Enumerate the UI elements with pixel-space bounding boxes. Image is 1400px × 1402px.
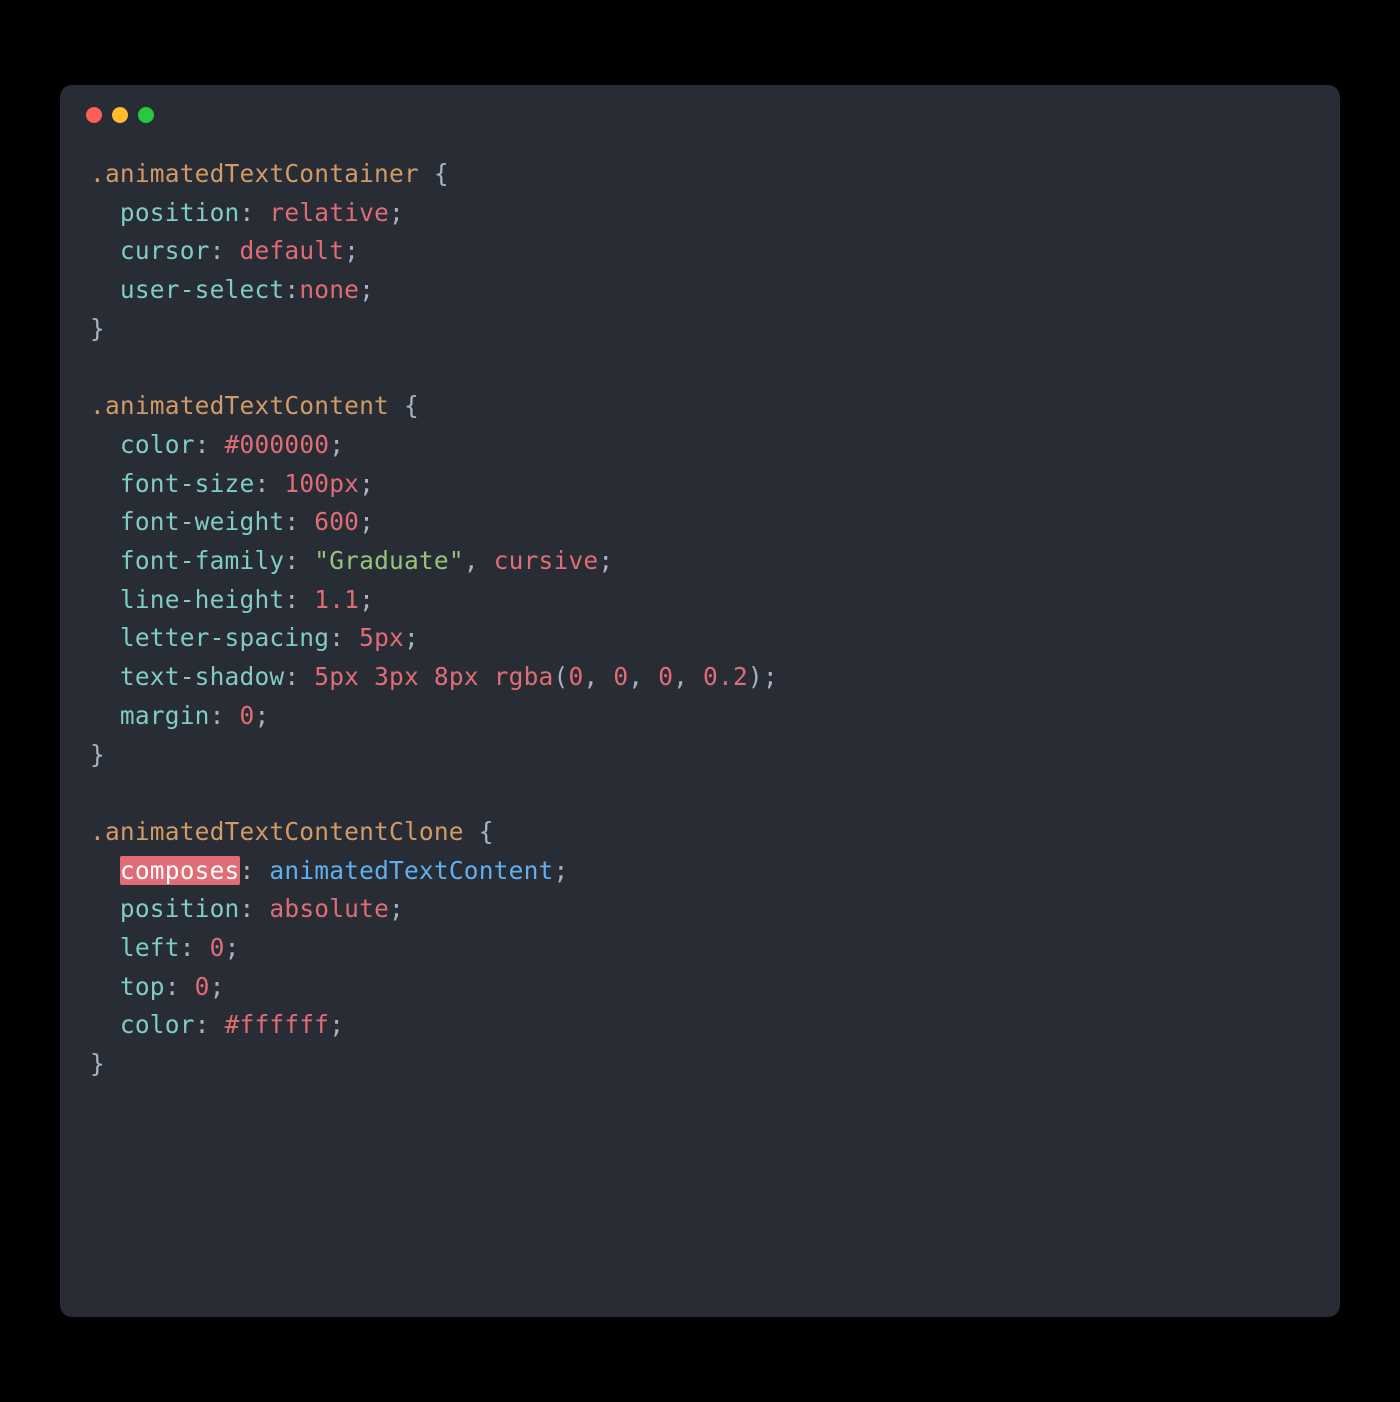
code-token bbox=[479, 662, 494, 691]
code-token: { bbox=[389, 391, 419, 420]
code-token bbox=[419, 662, 434, 691]
code-token: relative bbox=[269, 198, 389, 227]
code-token: : bbox=[240, 856, 255, 885]
code-token: ; bbox=[404, 623, 419, 652]
code-token: 600 bbox=[314, 507, 359, 536]
code-token: : bbox=[329, 623, 344, 652]
code-token: top bbox=[120, 972, 165, 1001]
code-token: ; bbox=[763, 662, 778, 691]
code-token: ; bbox=[359, 275, 374, 304]
code-token: ; bbox=[359, 469, 374, 498]
code-token: 100px bbox=[284, 469, 359, 498]
code-token: ; bbox=[225, 933, 240, 962]
code-token: #000000 bbox=[225, 430, 330, 459]
code-token: ; bbox=[598, 546, 613, 575]
code-token: margin bbox=[120, 701, 210, 730]
code-token: ; bbox=[389, 198, 404, 227]
code-token: "Graduate" bbox=[314, 546, 464, 575]
code-token: color bbox=[120, 430, 195, 459]
code-token: 0 bbox=[568, 662, 583, 691]
code-token: ; bbox=[329, 430, 344, 459]
code-token: font-size bbox=[120, 469, 255, 498]
code-token: 0 bbox=[210, 933, 225, 962]
code-token: { bbox=[419, 159, 449, 188]
code-token: 0 bbox=[240, 701, 255, 730]
code-token bbox=[359, 662, 374, 691]
code-token: ; bbox=[359, 507, 374, 536]
code-token: : bbox=[195, 1010, 210, 1039]
code-token: , bbox=[628, 662, 658, 691]
code-token: , bbox=[583, 662, 613, 691]
code-token: ; bbox=[210, 972, 225, 1001]
code-token: 3px bbox=[374, 662, 419, 691]
code-token: , bbox=[673, 662, 703, 691]
code-token: none bbox=[299, 275, 359, 304]
code-token: } bbox=[90, 314, 105, 343]
code-token: font-weight bbox=[120, 507, 284, 536]
code-token: ) bbox=[748, 662, 763, 691]
code-token: : bbox=[284, 546, 299, 575]
code-token: : bbox=[284, 662, 299, 691]
code-token: position bbox=[120, 894, 240, 923]
code-token: : bbox=[284, 275, 299, 304]
code-token: rgba bbox=[494, 662, 554, 691]
code-token: ; bbox=[254, 701, 269, 730]
code-token: ; bbox=[329, 1010, 344, 1039]
code-token: .animatedTextContent bbox=[90, 391, 389, 420]
code-token: ; bbox=[389, 894, 404, 923]
code-token: : bbox=[240, 198, 255, 227]
code-token: { bbox=[464, 817, 494, 846]
code-token: ; bbox=[359, 585, 374, 614]
code-token: 5px bbox=[314, 662, 359, 691]
code-token: text-shadow bbox=[120, 662, 284, 691]
code-token: 0 bbox=[613, 662, 628, 691]
code-token: letter-spacing bbox=[120, 623, 329, 652]
code-token: composes bbox=[120, 856, 240, 885]
code-token: default bbox=[240, 236, 345, 265]
code-token: font-family bbox=[120, 546, 284, 575]
minimize-icon[interactable] bbox=[112, 107, 128, 123]
code-token: cursor bbox=[120, 236, 210, 265]
code-token: position bbox=[120, 198, 240, 227]
code-token: ( bbox=[554, 662, 569, 691]
code-token: 8px bbox=[434, 662, 479, 691]
code-token: : bbox=[284, 507, 299, 536]
code-token: animatedTextContent bbox=[269, 856, 553, 885]
code-token: : bbox=[210, 236, 225, 265]
code-token: user-select bbox=[120, 275, 284, 304]
code-token: ; bbox=[553, 856, 568, 885]
code-token: .animatedTextContainer bbox=[90, 159, 419, 188]
maximize-icon[interactable] bbox=[138, 107, 154, 123]
code-token: line-height bbox=[120, 585, 284, 614]
code-content[interactable]: .animatedTextContainer { position: relat… bbox=[60, 133, 1340, 1114]
code-token: 1.1 bbox=[314, 585, 359, 614]
code-token: : bbox=[284, 585, 299, 614]
code-token: color bbox=[120, 1010, 195, 1039]
code-token: #ffffff bbox=[225, 1010, 330, 1039]
code-token: left bbox=[120, 933, 180, 962]
code-token: cursive bbox=[494, 546, 599, 575]
code-token: : bbox=[254, 469, 269, 498]
code-token: 0.2 bbox=[703, 662, 748, 691]
code-token: .animatedTextContentClone bbox=[90, 817, 464, 846]
code-token: absolute bbox=[269, 894, 389, 923]
code-token: 0 bbox=[195, 972, 210, 1001]
code-token: 5px bbox=[359, 623, 404, 652]
code-token: 0 bbox=[658, 662, 673, 691]
code-token: : bbox=[165, 972, 180, 1001]
code-token: : bbox=[195, 430, 210, 459]
code-token: ; bbox=[344, 236, 359, 265]
code-token: : bbox=[180, 933, 195, 962]
code-token: : bbox=[210, 701, 225, 730]
window-titlebar bbox=[60, 85, 1340, 133]
close-icon[interactable] bbox=[86, 107, 102, 123]
code-token: , bbox=[464, 546, 494, 575]
code-editor-window: .animatedTextContainer { position: relat… bbox=[60, 85, 1340, 1317]
code-token: } bbox=[90, 1049, 105, 1078]
code-token: : bbox=[240, 894, 255, 923]
code-token: } bbox=[90, 740, 105, 769]
